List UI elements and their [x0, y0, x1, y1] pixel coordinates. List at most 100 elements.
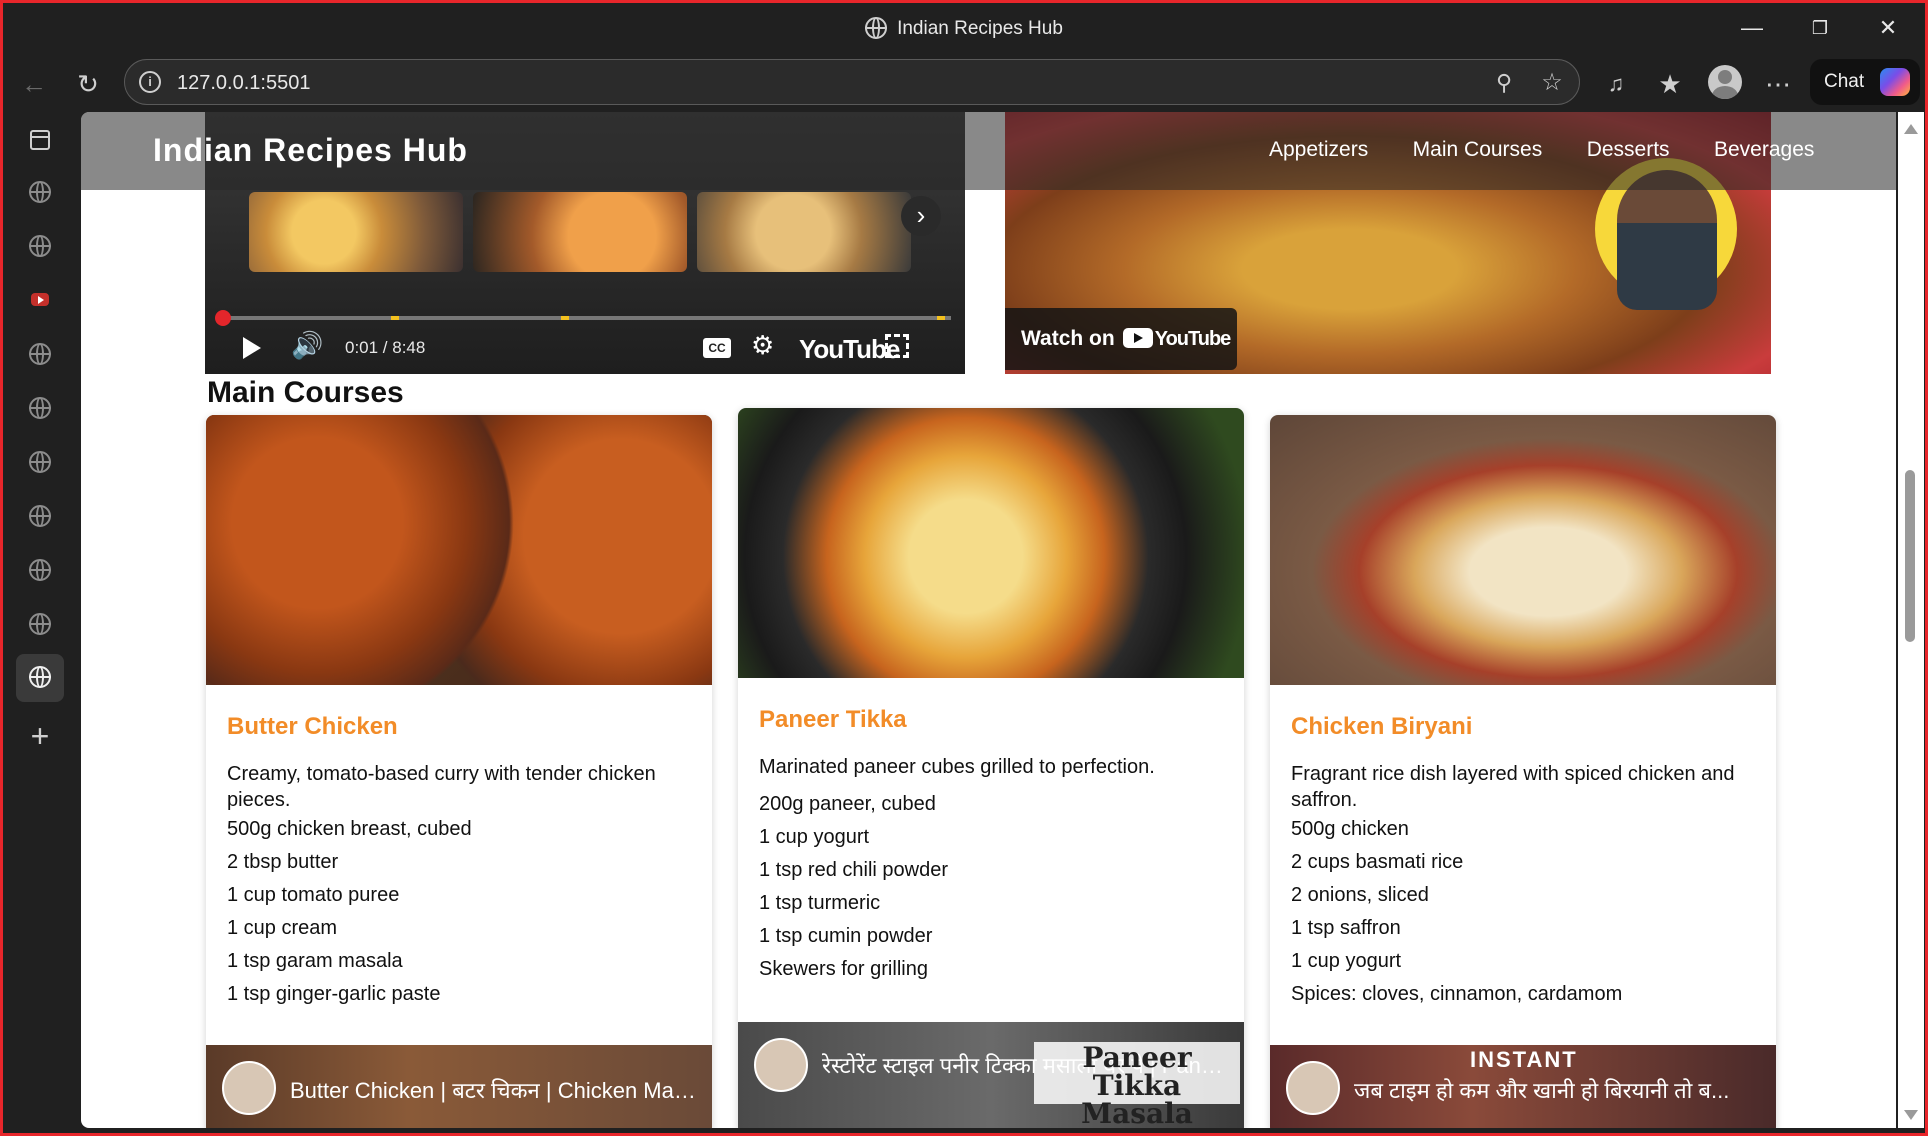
zoom-out-icon[interactable]: ⚲: [1489, 68, 1519, 98]
restore-button[interactable]: ❐: [1800, 12, 1840, 44]
ingredient-item: 2 cups basmati rice: [1291, 851, 1464, 873]
channel-avatar[interactable]: [222, 1061, 276, 1115]
site-info-icon[interactable]: i: [139, 71, 161, 93]
copilot-icon: [1880, 68, 1910, 96]
browser-toolbar: ← ↻ i 127.0.0.1:5501 ⚲ ☆ ♫ ★ ⋯ Chat: [0, 56, 1928, 110]
ingredient-item: 1 tsp red chili powder: [759, 859, 948, 881]
recipe-image: [206, 415, 712, 685]
more-menu-icon[interactable]: ⋯: [1758, 64, 1798, 104]
recipe-name: Butter Chicken: [227, 713, 398, 740]
vertical-tabs-sidebar: +: [0, 110, 80, 1136]
refresh-button[interactable]: ↻: [68, 64, 108, 104]
ingredient-item: Spices: cloves, cinnamon, cardamom: [1291, 983, 1623, 1005]
youtube-play-icon: [1122, 328, 1153, 348]
video-thumbnail-badge: Paneer Tikka Masala: [1034, 1042, 1240, 1128]
site-nav: Appetizers Main Courses Desserts Beverag…: [1269, 138, 1854, 162]
recipe-description: Fragrant rice dish layered with spiced c…: [1291, 763, 1735, 811]
gear-icon[interactable]: ⚙: [751, 330, 774, 361]
window-title: Indian Recipes Hub: [0, 17, 1928, 40]
channel-avatar[interactable]: [1286, 1061, 1340, 1115]
recipe-description: Creamy, tomato-based curry with tender c…: [227, 763, 656, 811]
recipe-name: Chicken Biryani: [1291, 713, 1473, 740]
watch-on-youtube-button[interactable]: Watch on YouTube: [1005, 308, 1237, 370]
related-video-thumb[interactable]: [473, 192, 687, 272]
nav-main-courses[interactable]: Main Courses: [1413, 138, 1543, 161]
chapter-marker: [937, 316, 945, 320]
progress-scrubber[interactable]: [215, 310, 231, 326]
ingredient-item: 1 tsp turmeric: [759, 892, 881, 914]
tab-9[interactable]: [20, 604, 60, 644]
ingredient-item: Skewers for grilling: [759, 958, 928, 980]
nav-appetizers[interactable]: Appetizers: [1269, 138, 1368, 161]
ingredient-item: 1 tsp cumin powder: [759, 925, 933, 947]
video-progress-bar[interactable]: [215, 310, 951, 326]
ingredient-item: 500g chicken: [1291, 818, 1409, 840]
ingredient-item: 1 tsp garam masala: [227, 950, 403, 972]
profile-avatar[interactable]: [1708, 65, 1742, 99]
video-time: 0:01 / 8:48: [345, 338, 426, 357]
globe-icon: [29, 505, 51, 527]
recipe-card-paneer-tikka: Paneer Tikka Marinated paneer cubes gril…: [738, 408, 1244, 1128]
tab-youtube[interactable]: [20, 280, 60, 320]
tab-2[interactable]: [20, 226, 60, 266]
tab-6[interactable]: [20, 442, 60, 482]
new-tab-button[interactable]: +: [20, 716, 60, 756]
minimize-button[interactable]: —: [1732, 12, 1772, 44]
scroll-up-arrow-icon[interactable]: [1904, 124, 1918, 134]
video-title[interactable]: Butter Chicken | बटर चिकन | Chicken Makh…: [290, 1075, 700, 1105]
nav-desserts[interactable]: Desserts: [1587, 138, 1670, 161]
volume-icon[interactable]: 🔊: [291, 330, 323, 361]
close-button[interactable]: ✕: [1868, 12, 1908, 44]
recipe-description: Marinated paneer cubes grilled to perfec…: [759, 756, 1155, 778]
tab-4[interactable]: [20, 334, 60, 374]
recipe-card-butter-chicken: Butter Chicken Creamy, tomato-based curr…: [206, 415, 712, 1128]
ingredient-list: 500g chicken breast, cubed 2 tbsp butter…: [227, 813, 472, 1011]
globe-icon: [29, 559, 51, 581]
recipe-video-embed[interactable]: Butter Chicken | बटर चिकन | Chicken Makh…: [206, 1045, 712, 1128]
related-video-thumb[interactable]: [697, 192, 911, 272]
recipe-video-embed[interactable]: रेस्टोरेंट स्टाइल पनीर टिक्का मसाला घर प…: [738, 1022, 1244, 1128]
tab-7[interactable]: [20, 496, 60, 536]
play-icon[interactable]: [243, 337, 261, 359]
recipe-video-embed[interactable]: INSTANT जब टाइम हो कम और खानी हो बिरयानी…: [1270, 1045, 1776, 1128]
chat-label: Chat: [1824, 71, 1865, 92]
chapter-marker: [391, 316, 399, 320]
media-icon[interactable]: ♫: [1596, 64, 1636, 104]
address-bar[interactable]: i 127.0.0.1:5501 ⚲ ☆: [124, 59, 1580, 105]
tab-active[interactable]: [16, 654, 64, 702]
chapter-marker: [561, 316, 569, 320]
channel-avatar[interactable]: [754, 1038, 808, 1092]
captions-icon[interactable]: CC: [703, 338, 731, 358]
next-arrow-icon[interactable]: ›: [901, 196, 941, 236]
url-text[interactable]: 127.0.0.1:5501: [177, 72, 310, 95]
related-video-thumb[interactable]: [249, 192, 463, 272]
tab-1[interactable]: [20, 172, 60, 212]
ingredient-item: 1 cup yogurt: [1291, 950, 1402, 972]
panel-icon: [30, 130, 50, 150]
globe-icon: [29, 181, 51, 203]
video-title[interactable]: जब टाइम हो कम और खानी हो बिरयानी तो ब...: [1354, 1075, 1764, 1105]
fullscreen-icon[interactable]: [885, 334, 909, 358]
copilot-chat-button[interactable]: Chat: [1810, 59, 1920, 105]
site-header: Indian Recipes Hub Appetizers Main Cours…: [81, 112, 1896, 190]
nav-beverages[interactable]: Beverages: [1714, 138, 1814, 161]
ingredient-item: 1 tsp saffron: [1291, 917, 1401, 939]
scroll-down-arrow-icon[interactable]: [1904, 1110, 1918, 1120]
tab-5[interactable]: [20, 388, 60, 428]
globe-icon: [29, 397, 51, 419]
scrollbar-thumb[interactable]: [1905, 470, 1915, 642]
page-scrollbar[interactable]: [1898, 112, 1924, 1128]
title-bar: Indian Recipes Hub — ❐ ✕: [0, 0, 1928, 56]
tab-panel-toggle[interactable]: [20, 120, 60, 160]
favorite-star-icon[interactable]: ☆: [1537, 68, 1567, 98]
recipe-name: Paneer Tikka: [759, 706, 907, 733]
ingredient-list: 200g paneer, cubed 1 cup yogurt 1 tsp re…: [759, 788, 948, 986]
plus-icon: +: [30, 718, 50, 754]
back-button[interactable]: ←: [14, 64, 54, 104]
chef-image: [1617, 170, 1717, 310]
ingredient-item: 1 cup yogurt: [759, 826, 870, 848]
page-viewport: Indian Recipes Hub Appetizers Main Cours…: [81, 112, 1896, 1128]
favorites-icon[interactable]: ★: [1650, 64, 1690, 104]
tab-8[interactable]: [20, 550, 60, 590]
watch-on-label: Watch on: [1021, 327, 1115, 350]
